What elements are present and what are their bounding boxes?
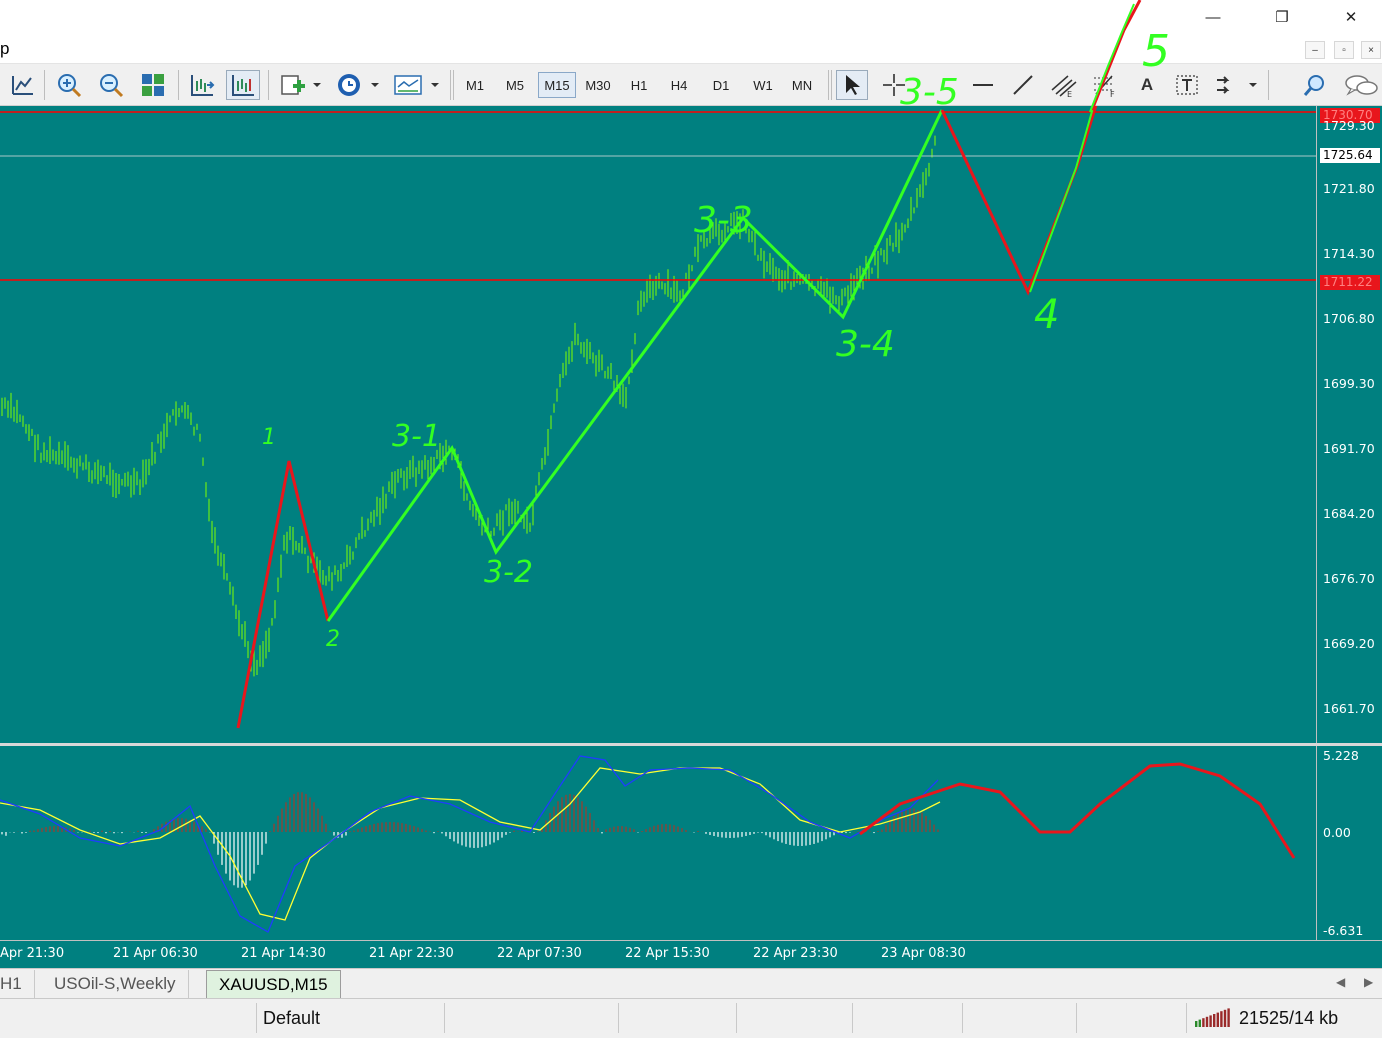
time-tick: 21 Apr 06:30: [113, 946, 198, 961]
connection-bar: [1209, 1015, 1212, 1027]
time-tick: 22 Apr 23:30: [753, 946, 838, 961]
handwriting-overlay: 3-5 5: [900, 0, 1170, 113]
macd-histogram: [1, 792, 939, 888]
candles-group: [1, 135, 936, 677]
connection-bar: [1205, 1016, 1209, 1027]
ind-tick: 5.228: [1323, 748, 1359, 763]
tab-h1[interactable]: H1: [0, 970, 35, 998]
wave-green-5-ext: [1089, 3, 1135, 113]
connection-bar: [1223, 1009, 1227, 1027]
wave-label-3-2: 3-2: [484, 555, 533, 590]
wave-label-5: 5: [1142, 26, 1170, 77]
time-tick: Apr 21:30: [0, 946, 65, 961]
ind-tick: 0.00: [1323, 825, 1351, 840]
time-tick: 23 Apr 08:30: [881, 946, 966, 961]
price-tick: 1729.30: [1323, 118, 1375, 133]
tab-scroll-right-icon[interactable]: ▶: [1364, 975, 1373, 989]
connection-bar: [1220, 1011, 1223, 1027]
connection-bar: [1202, 1018, 1205, 1027]
connection-bar: [1227, 1008, 1230, 1027]
connection-bar: [1198, 1019, 1201, 1027]
indicator-scale[interactable]: 5.228 0.00 -6.631: [1316, 746, 1382, 940]
tab-usoil-weekly[interactable]: USOil-S,Weekly: [42, 970, 189, 998]
connection-status[interactable]: 21525/14 kb: [1186, 1003, 1382, 1033]
traffic-readout: 21525/14 kb: [1239, 1007, 1339, 1028]
connection-bar: [1216, 1012, 1219, 1027]
price-tick: 1669.20: [1323, 636, 1375, 651]
time-tick: 22 Apr 15:30: [625, 946, 710, 961]
connection-bar: [1195, 1021, 1198, 1027]
wave-green-3: [326, 109, 944, 622]
time-tick: 21 Apr 22:30: [369, 946, 454, 961]
connection-bar: [1213, 1014, 1216, 1027]
tab-scroll-left-icon[interactable]: ◀: [1336, 975, 1345, 989]
price-tick: 1691.70: [1323, 441, 1375, 456]
wave-label-1: 1: [262, 425, 276, 450]
price-tick: 1714.30: [1323, 246, 1375, 261]
status-bar: Default 21525/14 kb: [0, 998, 1382, 1038]
price-chart[interactable]: 1 2 3-1 3-2 3-3 3-4 4: [0, 106, 1316, 744]
wave-green-5: [1029, 106, 1095, 293]
wave-label-3-4: 3-4: [836, 324, 895, 365]
wave-label-3-1: 3-1: [392, 419, 441, 454]
macd-panel[interactable]: [0, 746, 1316, 940]
connection-bars-icon: [1195, 1008, 1230, 1027]
wave-label-3-5: 3-5: [900, 72, 959, 113]
price-tick: 1661.70: [1323, 701, 1375, 716]
time-tick: 22 Apr 07:30: [497, 946, 582, 961]
wave-red-1: [236, 460, 330, 729]
time-axis[interactable]: Apr 21:30 21 Apr 06:30 21 Apr 14:30 21 A…: [0, 940, 1382, 968]
chart-tabs: H1 USOil-S,Weekly XAUUSD,M15 ◀ ▶: [0, 968, 1382, 998]
current-price-tag: 1725.64: [1320, 148, 1380, 163]
profile-name[interactable]: Default: [256, 1003, 444, 1033]
wave-label-2: 2: [326, 627, 340, 652]
price-tag-mid: 1711.22: [1320, 275, 1380, 290]
price-tick: 1684.20: [1323, 506, 1375, 521]
price-tick: 1699.30: [1323, 376, 1375, 391]
wave-label-4: 4: [1034, 292, 1059, 338]
wave-label-3-3: 3-3: [694, 200, 753, 241]
price-tick: 1721.80: [1323, 181, 1375, 196]
wave-red-4-ext: [1090, 0, 1142, 111]
price-tick: 1676.70: [1323, 571, 1375, 586]
price-scale[interactable]: 1730.70 1729.30 1725.64 1721.80 1714.30 …: [1316, 106, 1382, 744]
price-tick: 1706.80: [1323, 311, 1375, 326]
macd-forecast-curve: [859, 762, 1296, 859]
macd-main-line: [0, 755, 939, 933]
wave-red-4: [940, 106, 1098, 296]
time-tick: 21 Apr 14:30: [241, 946, 326, 961]
tab-xauusd-m15[interactable]: XAUUSD,M15: [206, 970, 341, 998]
ind-tick: -6.631: [1323, 923, 1364, 938]
